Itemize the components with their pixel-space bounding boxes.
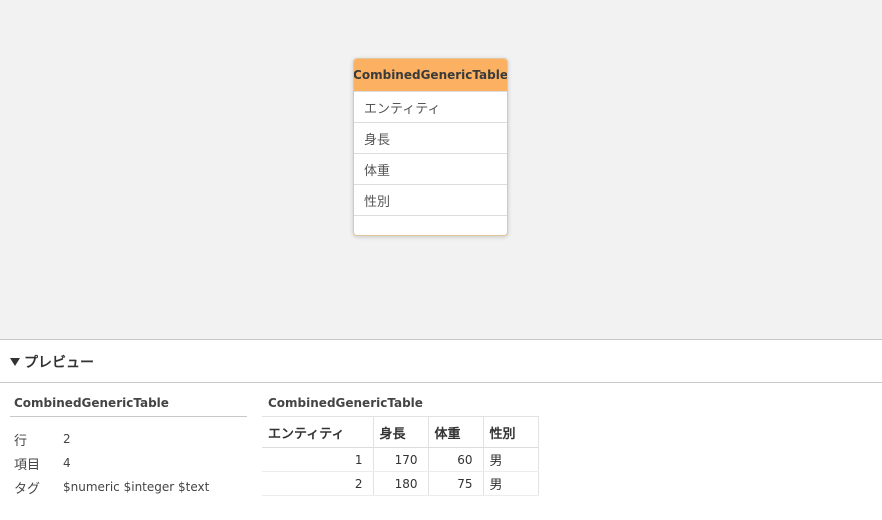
info-row-rows: 行 2 xyxy=(10,427,247,451)
table-header-row: エンティティ 身長 体重 性別 xyxy=(262,416,539,448)
info-title: CombinedGenericTable xyxy=(10,393,247,417)
table-cell: 2 xyxy=(262,471,374,496)
flow-canvas[interactable]: CombinedGenericTable エンティティ 身長 体重 性別 xyxy=(0,0,882,340)
preview-toggle[interactable]: プレビュー xyxy=(0,341,882,383)
preview-table: エンティティ 身長 体重 性別 1 170 60 男 2 180 75 男 xyxy=(262,416,539,496)
info-list: 行 2 項目 4 タグ $numeric $integer $text xyxy=(10,427,247,499)
data-preview-panel: CombinedGenericTable エンティティ 身長 体重 性別 1 1… xyxy=(262,393,539,496)
column-header-weight[interactable]: 体重 xyxy=(428,416,484,448)
info-row-tags: タグ $numeric $integer $text xyxy=(10,475,247,499)
info-row-columns: 項目 4 xyxy=(10,451,247,475)
table-cell: 1 xyxy=(262,447,374,472)
node-field-entity[interactable]: エンティティ xyxy=(354,91,507,122)
table-cell: 男 xyxy=(483,447,539,472)
info-label: タグ xyxy=(14,481,41,497)
node-field-height[interactable]: 身長 xyxy=(354,122,507,153)
table-cell: 180 xyxy=(373,471,429,496)
table-node[interactable]: CombinedGenericTable エンティティ 身長 体重 性別 xyxy=(353,58,508,236)
column-header-height[interactable]: 身長 xyxy=(373,416,429,448)
triangle-down-icon[interactable] xyxy=(10,357,20,366)
table-cell: 男 xyxy=(483,471,539,496)
info-value: 2 xyxy=(63,432,71,446)
table-cell: 170 xyxy=(373,447,429,472)
info-value: $numeric $integer $text xyxy=(63,480,210,494)
node-title[interactable]: CombinedGenericTable xyxy=(354,59,507,91)
table-row: 2 180 75 男 xyxy=(262,471,539,496)
info-label: 行 xyxy=(14,433,28,449)
node-field-weight[interactable]: 体重 xyxy=(354,153,507,184)
node-empty-row xyxy=(354,215,507,235)
column-header-entity[interactable]: エンティティ xyxy=(262,416,374,448)
column-header-gender[interactable]: 性別 xyxy=(483,416,539,448)
table-cell: 75 xyxy=(428,471,484,496)
info-value: 4 xyxy=(63,456,71,470)
table-info-panel: CombinedGenericTable 行 2 項目 4 タグ $numeri… xyxy=(10,393,247,499)
preview-title: プレビュー xyxy=(24,354,94,371)
info-label: 項目 xyxy=(14,457,41,473)
data-title: CombinedGenericTable xyxy=(268,396,423,410)
table-row: 1 170 60 男 xyxy=(262,447,539,472)
node-field-gender[interactable]: 性別 xyxy=(354,184,507,215)
table-cell: 60 xyxy=(428,447,484,472)
